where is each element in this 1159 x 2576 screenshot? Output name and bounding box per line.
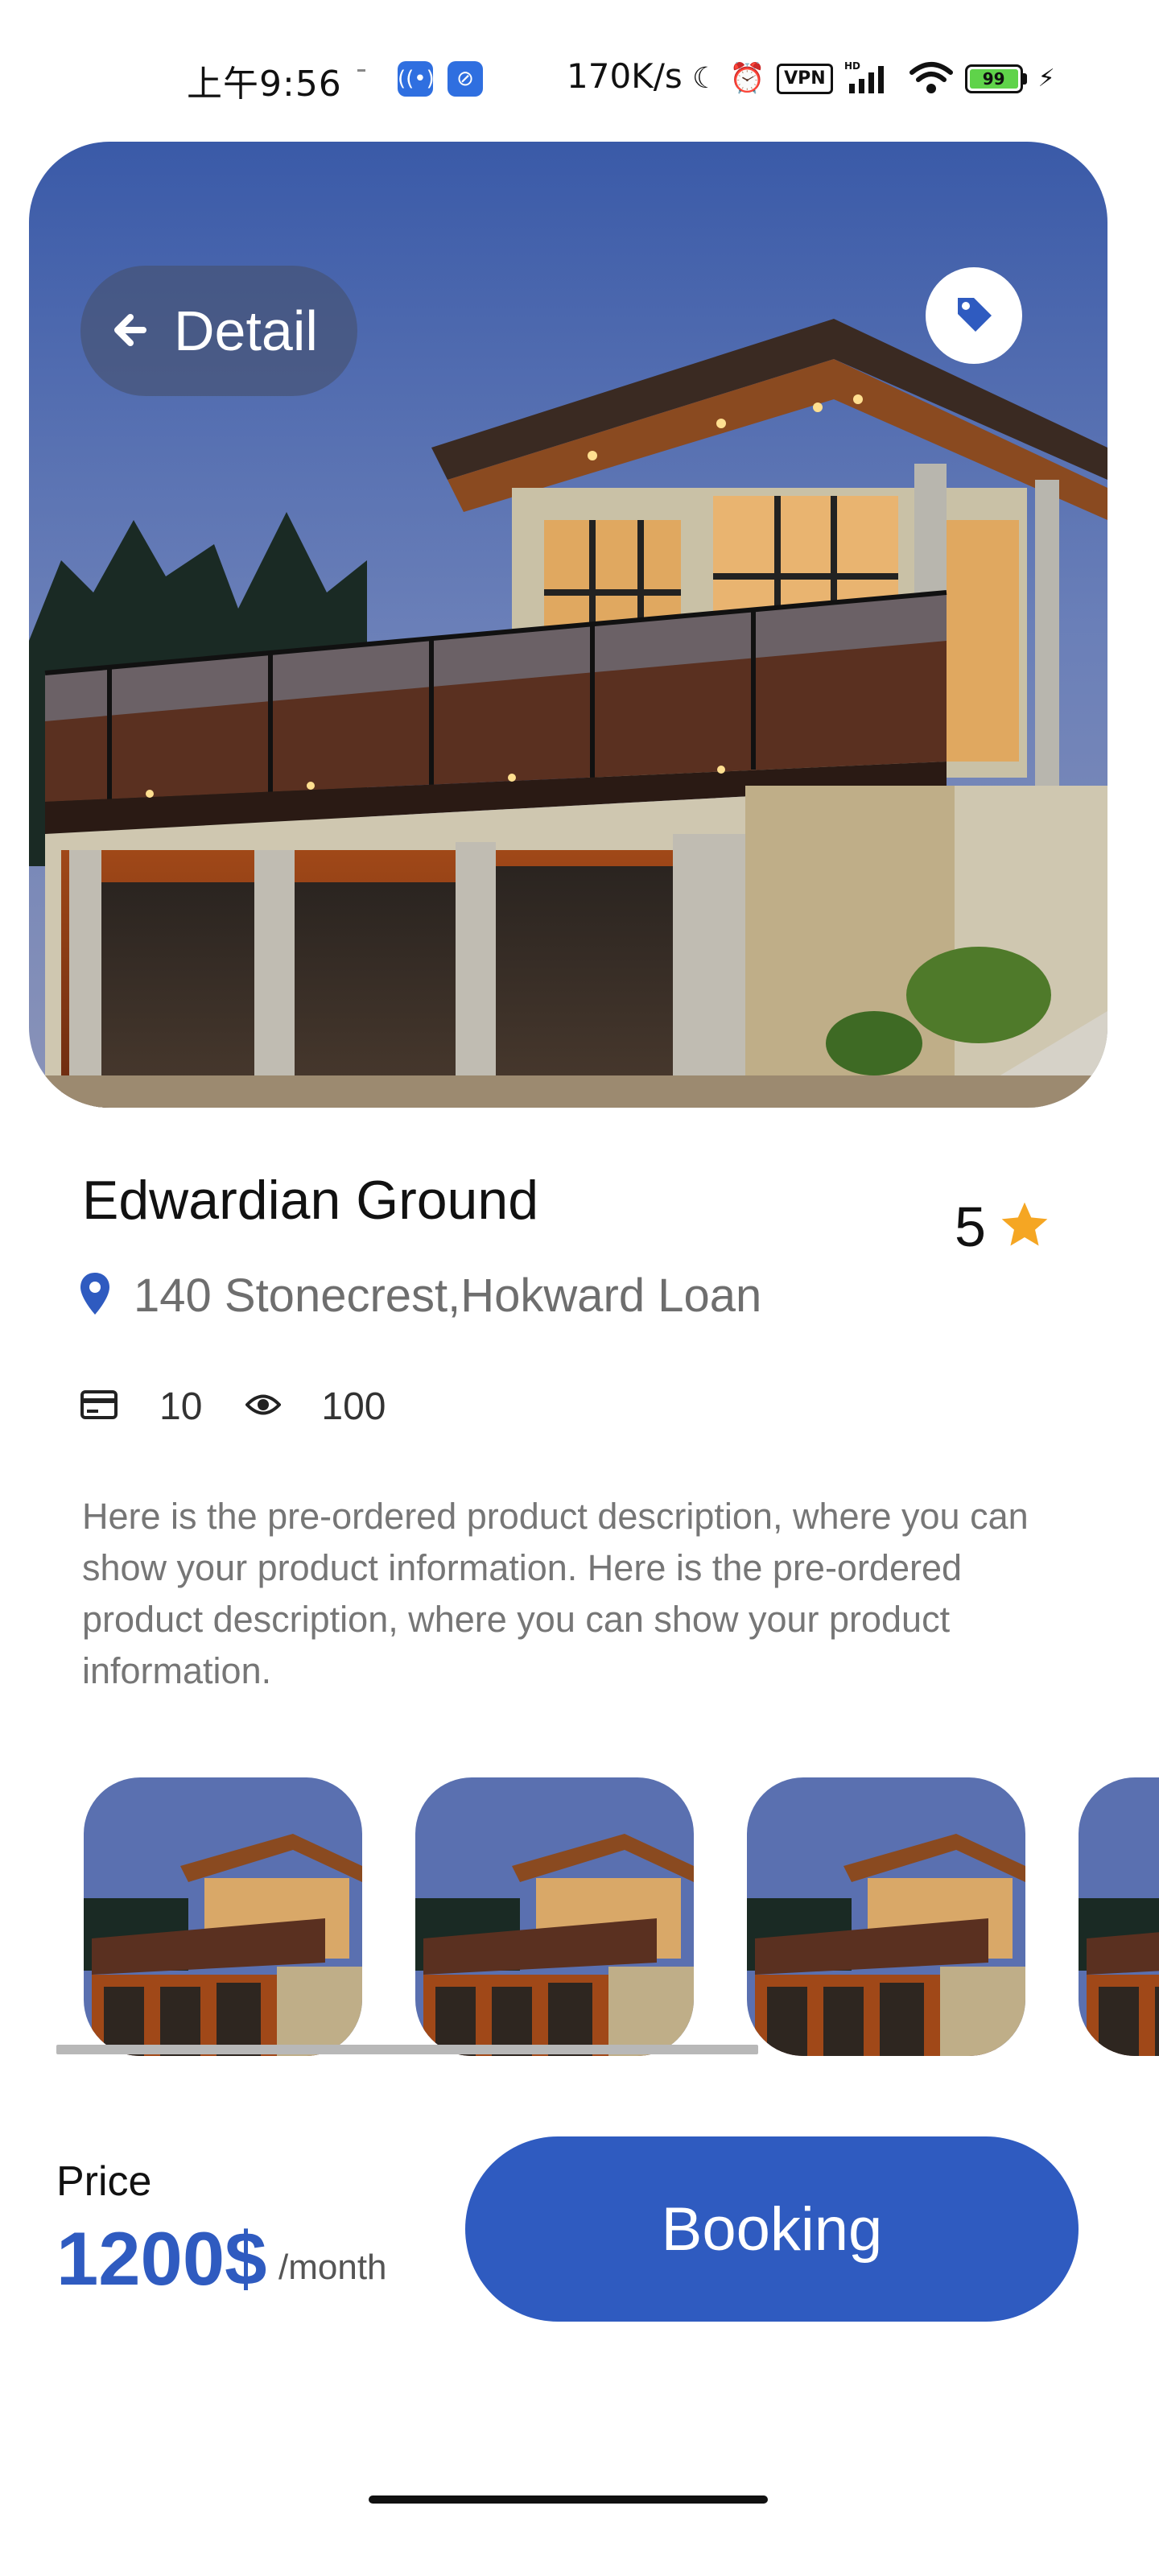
address-row: 140 Stonecrest,Hokward Loan: [79, 1269, 761, 1323]
status-time: 上午9:56: [187, 64, 342, 105]
status-dot: [357, 69, 365, 74]
broadcast-icon: ((•)): [398, 61, 443, 97]
rating-value: 5: [955, 1195, 986, 1258]
gallery-thumbnail[interactable]: [84, 1777, 362, 2056]
address-text: 140 Stonecrest,Hokward Loan: [134, 1269, 762, 1322]
tag-icon: [953, 293, 995, 339]
price-unit: /month: [278, 2248, 387, 2287]
signal-icon: HD: [844, 60, 897, 98]
image-gallery[interactable]: [0, 1777, 1159, 2067]
battery-icon: 99: [964, 64, 1027, 93]
back-button[interactable]: Detail: [80, 266, 357, 396]
gallery-thumbnail[interactable]: [1079, 1777, 1159, 2056]
gallery-thumbnail[interactable]: [415, 1777, 694, 2056]
stats-row: 10 100: [80, 1385, 386, 1429]
price-label: Price: [56, 2158, 152, 2205]
rating: 5: [955, 1195, 1052, 1259]
property-title: Edwardian Ground: [82, 1170, 539, 1231]
vpn-badge: VPN: [777, 64, 833, 94]
status-bar: 上午9:56 ((•)) ⊘ 170K/s ☾ ⏰ VPN HD 99 ⚡: [0, 0, 1159, 142]
location-pin-icon: [79, 1271, 111, 1320]
shield-app-icon: ⊘: [448, 61, 483, 97]
arrow-left-icon: [111, 304, 150, 357]
eye-icon: [245, 1393, 283, 1421]
status-icons: ☾ ⏰ VPN HD 99 ⚡: [692, 58, 1055, 100]
moon-icon: ☾: [692, 62, 719, 95]
alarm-icon: ⏰: [729, 62, 766, 95]
card-icon: [80, 1390, 118, 1423]
home-indicator[interactable]: [369, 2496, 768, 2504]
property-description: Here is the pre-ordered product descript…: [82, 1496, 1029, 1691]
network-speed: 170K/s: [567, 56, 683, 96]
back-button-label: Detail: [174, 299, 318, 362]
battery-level: 99: [969, 69, 1018, 89]
card-count: 10: [159, 1385, 203, 1428]
charging-icon: ⚡: [1037, 64, 1055, 93]
gallery-thumbnail[interactable]: [747, 1777, 1025, 2056]
star-icon: [997, 1198, 1052, 1257]
price-value: 1200$: [56, 2216, 267, 2301]
booking-button[interactable]: Booking: [465, 2136, 1079, 2322]
gallery-scrollbar[interactable]: [56, 2045, 758, 2054]
svg-text:HD: HD: [844, 60, 860, 72]
wifi-icon: [909, 60, 954, 98]
tag-button[interactable]: [926, 267, 1022, 364]
view-count: 100: [321, 1385, 386, 1428]
